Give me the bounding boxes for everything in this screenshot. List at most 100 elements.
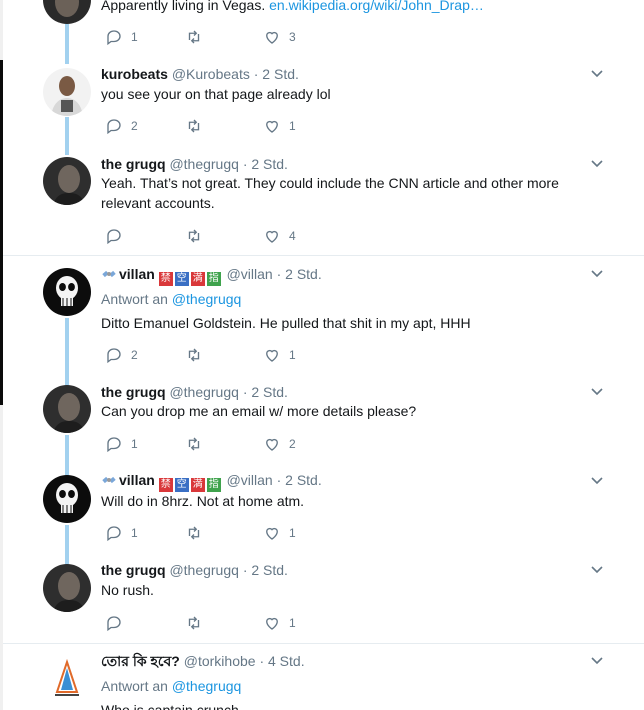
display-name[interactable]: kurobeats (101, 66, 168, 82)
retweet-button[interactable] (185, 435, 203, 453)
timestamp[interactable]: · 2 Std. (277, 266, 322, 282)
avatar[interactable] (43, 654, 91, 702)
chevron-down-icon (591, 160, 603, 168)
tweet: Apparently living in Vegas. en.wikipedia… (3, 0, 644, 64)
timestamp[interactable]: · 4 Std. (259, 653, 304, 669)
like-button[interactable]: 1 (263, 117, 296, 135)
more-options-button[interactable] (590, 267, 604, 281)
reply-button[interactable] (105, 614, 131, 632)
reply-to-mention[interactable]: @thegrugq (172, 291, 241, 307)
tweet-header: তোর কি হবে? @torkihobe · 4 Std. (101, 652, 604, 670)
reply-to-line: Antwort an @thegrugq (101, 291, 242, 307)
retweet-button[interactable] (185, 227, 203, 245)
avatar[interactable] (43, 564, 91, 612)
tweet: the grugq @thegrugq · 2 Std. No rush. 1 (3, 553, 644, 643)
user-handle[interactable]: @thegrugq (169, 384, 238, 400)
reply-button[interactable]: 1 (105, 435, 138, 453)
wikipedia-link[interactable]: en.wikipedia.org/wiki/John_Drap… (269, 0, 484, 13)
badge-vacancy: 空 (174, 272, 189, 286)
retweet-button[interactable] (185, 524, 203, 542)
reply-button[interactable]: 1 (105, 28, 138, 46)
satellite-icon (101, 266, 117, 282)
reply-button[interactable]: 1 (105, 524, 138, 542)
user-handle[interactable]: @thegrugq (169, 562, 238, 578)
like-button[interactable]: 2 (263, 435, 296, 453)
avatar[interactable] (43, 385, 91, 433)
display-name[interactable]: the grugq (101, 156, 166, 172)
timestamp[interactable]: · 2 Std. (277, 472, 322, 488)
user-handle[interactable]: @villan (227, 472, 273, 488)
tweet-header: villan 禁空満指 @villan · 2 Std. (101, 471, 604, 492)
retweet-icon (188, 616, 200, 630)
reply-icon (107, 229, 121, 245)
reply-button[interactable] (105, 227, 131, 245)
like-button[interactable]: 4 (263, 227, 296, 245)
heart-icon (266, 438, 278, 451)
badge-reserved: 指 (206, 478, 221, 492)
reply-icon (107, 437, 121, 453)
heart-icon (266, 617, 278, 630)
user-handle[interactable]: @Kurobeats (172, 66, 250, 82)
retweet-icon (188, 119, 200, 133)
like-button[interactable]: 1 (263, 524, 296, 542)
chevron-down-icon (591, 657, 603, 665)
tweet-header: villan 禁空満指 @villan · 2 Std. (101, 265, 604, 286)
retweet-icon (188, 229, 200, 243)
badge-full: 満 (190, 272, 205, 286)
avatar[interactable] (43, 68, 91, 116)
user-handle[interactable]: @thegrugq (169, 156, 238, 172)
avatar[interactable] (43, 268, 91, 316)
avatar[interactable] (43, 157, 91, 205)
tweet-text: Apparently living in Vegas. en.wikipedia… (101, 0, 604, 15)
display-name[interactable]: তোর কি হবে? (101, 653, 180, 669)
reply-button[interactable]: 2 (105, 117, 138, 135)
display-name[interactable]: the grugq (101, 562, 166, 578)
more-options-button[interactable] (590, 67, 604, 81)
like-button[interactable]: 1 (263, 614, 296, 632)
retweet-button[interactable] (185, 614, 203, 632)
reply-to-mention[interactable]: @thegrugq (172, 678, 241, 694)
heart-icon (266, 527, 278, 540)
retweet-icon (188, 526, 200, 540)
user-handle[interactable]: @villan (227, 266, 273, 282)
more-options-button[interactable] (590, 474, 604, 488)
reply-icon (107, 616, 121, 632)
like-button[interactable]: 1 (263, 346, 296, 364)
display-name[interactable]: villan (119, 472, 155, 488)
display-name[interactable]: villan (119, 266, 155, 282)
badge-vacancy: 空 (174, 478, 189, 492)
tweet-header: the grugq @thegrugq · 2 Std. (101, 155, 604, 173)
chevron-down-icon (591, 566, 603, 574)
heart-icon (266, 230, 278, 243)
avatar[interactable] (43, 0, 91, 24)
timestamp[interactable]: · 2 Std. (243, 384, 288, 400)
more-options-button[interactable] (590, 654, 604, 668)
retweet-button[interactable] (185, 28, 203, 46)
tweet-header: the grugq @thegrugq · 2 Std. (101, 561, 604, 579)
user-handle[interactable]: @torkihobe (184, 653, 256, 669)
retweet-button[interactable] (185, 117, 203, 135)
badge-ban: 禁 (158, 272, 173, 286)
more-options-button[interactable] (590, 385, 604, 399)
timestamp[interactable]: · 2 Std. (254, 66, 299, 82)
timestamp[interactable]: · 2 Std. (243, 156, 288, 172)
reply-button[interactable]: 2 (105, 346, 138, 364)
timestamp[interactable]: · 2 Std. (243, 562, 288, 578)
like-button[interactable]: 3 (263, 28, 296, 46)
display-name[interactable]: the grugq (101, 384, 166, 400)
retweet-icon (188, 30, 200, 44)
more-options-button[interactable] (590, 157, 604, 171)
retweet-icon (188, 348, 200, 362)
tweet-text: Ditto Emanuel Goldstein. He pulled that … (101, 315, 471, 331)
avatar[interactable] (43, 475, 91, 523)
retweet-button[interactable] (185, 346, 203, 364)
reply-icon (107, 30, 121, 46)
more-options-button[interactable] (590, 563, 604, 577)
tweet-text: you see your on that page already lol (101, 86, 331, 102)
satellite-icon (101, 472, 117, 488)
reply-icon (107, 526, 121, 542)
tweet: villan 禁空満指 @villan · 2 Std. Antwort an … (3, 255, 644, 386)
reply-to-line: Antwort an @thegrugq (101, 678, 242, 694)
heart-icon (266, 31, 278, 44)
tweet-text: Yeah. That’s not great. They could inclu… (101, 175, 559, 211)
